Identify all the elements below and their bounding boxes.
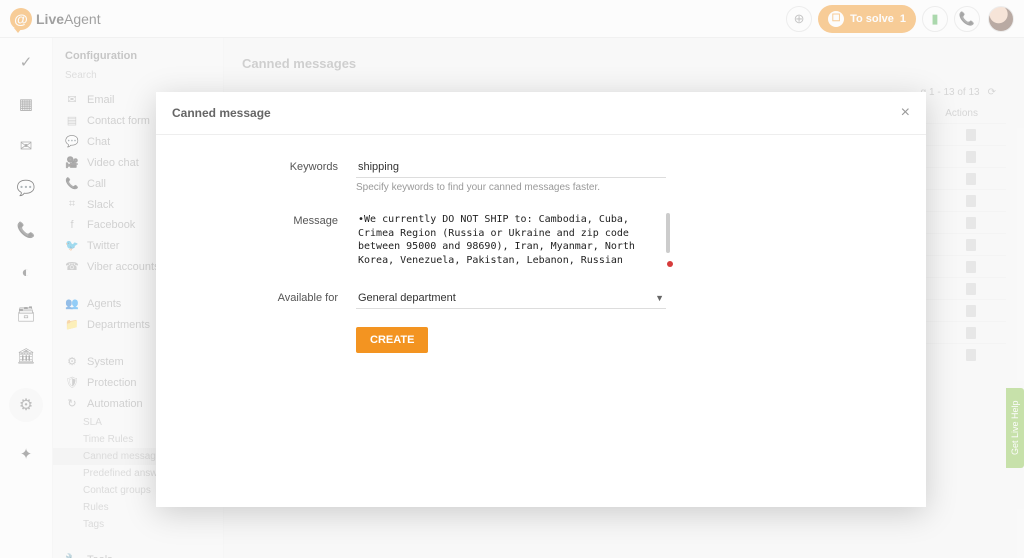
resize-handle-icon[interactable]	[667, 261, 673, 267]
close-icon[interactable]: ×	[901, 104, 910, 122]
chevron-down-icon: ▼	[655, 293, 664, 303]
keywords-input[interactable]	[356, 157, 666, 178]
keywords-help: Specify keywords to find your canned mes…	[356, 182, 666, 193]
available-for-value: General department	[358, 292, 456, 304]
keywords-label: Keywords	[256, 157, 356, 173]
available-for-select[interactable]: General department ▼	[356, 288, 666, 309]
textarea-scrollbar[interactable]	[666, 213, 670, 253]
create-button[interactable]: CREATE	[356, 327, 428, 353]
available-for-label: Available for	[256, 288, 356, 304]
message-label: Message	[256, 211, 356, 227]
message-textarea[interactable]	[356, 211, 666, 267]
modal-title: Canned message	[172, 106, 271, 120]
canned-message-modal: Canned message × Keywords Specify keywor…	[156, 92, 926, 507]
